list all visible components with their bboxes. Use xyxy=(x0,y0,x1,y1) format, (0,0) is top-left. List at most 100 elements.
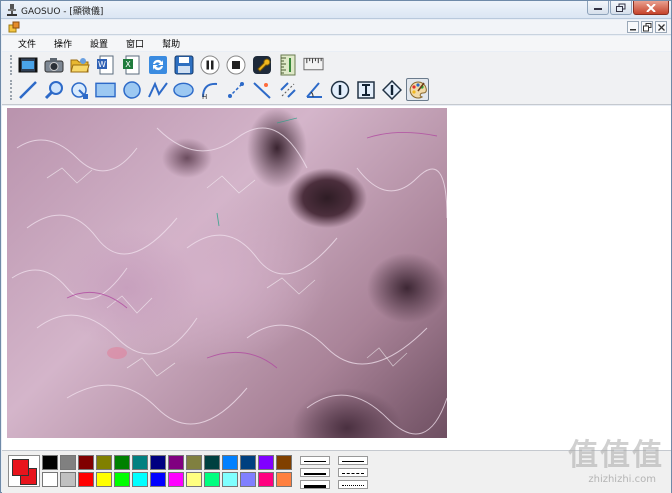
diamond-tool-button[interactable] xyxy=(380,78,403,101)
mdi-restore-button[interactable] xyxy=(641,21,653,33)
open-button[interactable] xyxy=(68,53,91,76)
menu-window[interactable]: 窗口 xyxy=(124,37,146,50)
menu-operate[interactable]: 操作 xyxy=(52,37,74,50)
stop-button[interactable] xyxy=(224,53,247,76)
minimize-button[interactable] xyxy=(587,1,609,15)
color-swatch[interactable] xyxy=(78,455,94,470)
line-tool-icon xyxy=(18,80,37,99)
title-bar[interactable]: GAOSUO - [顯微儀] xyxy=(1,1,671,19)
color-swatch[interactable] xyxy=(96,472,112,487)
color-swatch[interactable] xyxy=(204,472,220,487)
color-swatch[interactable] xyxy=(150,455,166,470)
line-style-options xyxy=(300,456,368,489)
watermark-url: zhizhizhi.com xyxy=(588,474,656,485)
microscope-image xyxy=(11,117,447,435)
point-line-tool-button[interactable] xyxy=(250,78,273,101)
distance-tool-button[interactable] xyxy=(224,78,247,101)
info-tool-button[interactable] xyxy=(328,78,351,101)
video-capture-button[interactable] xyxy=(16,53,39,76)
color-swatch[interactable] xyxy=(240,472,256,487)
save-icon xyxy=(174,55,193,74)
window-title: GAOSUO - [顯微儀] xyxy=(21,7,104,17)
line-tool-button[interactable] xyxy=(16,78,39,101)
color-swatch[interactable] xyxy=(258,472,274,487)
color-swatch[interactable] xyxy=(204,455,220,470)
arc-tool-button[interactable]: H xyxy=(198,78,221,101)
circle-tool-button[interactable] xyxy=(120,78,143,101)
color-swatch[interactable] xyxy=(276,472,292,487)
color-swatch[interactable] xyxy=(132,455,148,470)
document-icon[interactable] xyxy=(8,21,20,33)
rotate-tool-button[interactable] xyxy=(68,78,91,101)
info-i-icon xyxy=(330,80,349,99)
open-folder-icon xyxy=(69,57,90,72)
rectangle-tool-icon xyxy=(95,82,116,97)
pause-button[interactable] xyxy=(198,53,221,76)
color-swatch[interactable] xyxy=(276,455,292,470)
color-swatch[interactable] xyxy=(60,455,76,470)
foreground-color-swatch[interactable] xyxy=(12,459,29,476)
rectangle-tool-button[interactable] xyxy=(94,78,117,101)
close-icon xyxy=(646,3,656,12)
mdi-close-button[interactable] xyxy=(655,21,667,33)
settings-button[interactable] xyxy=(250,53,273,76)
color-swatch[interactable] xyxy=(240,455,256,470)
parallel-tool-button[interactable] xyxy=(276,78,299,101)
menu-settings[interactable]: 設置 xyxy=(88,37,110,50)
color-swatch[interactable] xyxy=(222,472,238,487)
horizontal-ruler-button[interactable] xyxy=(302,53,325,76)
polyline-tool-icon xyxy=(147,80,168,97)
palette-button[interactable] xyxy=(406,78,429,101)
color-swatch[interactable] xyxy=(114,472,130,487)
restore-icon xyxy=(616,3,626,12)
toolbar-grip[interactable] xyxy=(10,79,13,100)
menu-file[interactable]: 文件 xyxy=(16,37,38,50)
line-width-medium[interactable] xyxy=(300,468,330,477)
microscope-image-canvas[interactable] xyxy=(7,108,447,438)
angle-tool-button[interactable] xyxy=(302,78,325,101)
restore-button[interactable] xyxy=(610,1,632,15)
rotate-tool-icon xyxy=(70,81,88,99)
svg-text:H: H xyxy=(202,93,207,100)
line-width-thick[interactable] xyxy=(300,480,330,489)
diamond-i-icon xyxy=(381,79,402,100)
color-swatch[interactable] xyxy=(186,455,202,470)
color-swatch[interactable] xyxy=(222,455,238,470)
line-style-dotted[interactable] xyxy=(338,480,368,489)
color-swatch[interactable] xyxy=(42,472,58,487)
distance-tool-icon xyxy=(227,81,244,98)
current-colors[interactable] xyxy=(8,455,40,487)
text-tool-button[interactable] xyxy=(354,78,377,101)
toolbar-grip[interactable] xyxy=(10,54,13,75)
save-button[interactable] xyxy=(172,53,195,76)
color-swatch[interactable] xyxy=(114,455,130,470)
color-swatch[interactable] xyxy=(60,472,76,487)
ellipse-tool-icon xyxy=(173,82,194,97)
polyline-tool-button[interactable] xyxy=(146,78,169,101)
refresh-icon xyxy=(148,55,167,74)
toolbar-row-tools: H xyxy=(10,78,432,101)
color-swatch[interactable] xyxy=(96,455,112,470)
color-swatch[interactable] xyxy=(186,472,202,487)
export-word-button[interactable]: W xyxy=(94,53,117,76)
color-swatch[interactable] xyxy=(168,472,184,487)
ellipse-tool-button[interactable] xyxy=(172,78,195,101)
color-swatch[interactable] xyxy=(78,472,94,487)
vertical-ruler-button[interactable] xyxy=(276,53,299,76)
minimize-icon xyxy=(594,7,602,10)
line-width-thin[interactable] xyxy=(300,456,330,465)
menu-help[interactable]: 幫助 xyxy=(160,37,182,50)
close-button[interactable] xyxy=(633,1,669,15)
color-swatch[interactable] xyxy=(42,455,58,470)
line-style-dashed[interactable] xyxy=(338,468,368,477)
line-style-solid[interactable] xyxy=(338,456,368,465)
export-excel-button[interactable]: X xyxy=(120,53,143,76)
color-swatch[interactable] xyxy=(132,472,148,487)
color-swatch[interactable] xyxy=(168,455,184,470)
color-swatch[interactable] xyxy=(258,455,274,470)
snapshot-button[interactable] xyxy=(42,53,65,76)
mdi-minimize-button[interactable] xyxy=(627,21,639,33)
refresh-button[interactable] xyxy=(146,53,169,76)
zoom-button[interactable] xyxy=(42,78,65,101)
color-swatch[interactable] xyxy=(150,472,166,487)
